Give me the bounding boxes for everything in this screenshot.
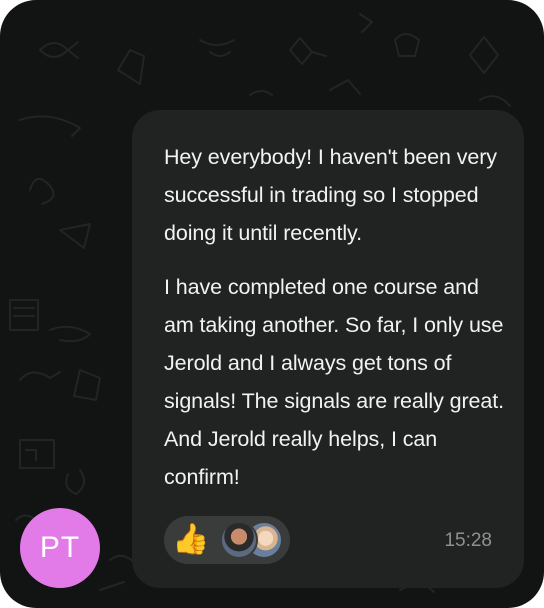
message-bubble[interactable]: Hey everybody! I haven't been very succe… xyxy=(132,110,524,588)
reaction-pill[interactable]: 👍 xyxy=(164,516,290,564)
message-paragraph: Hey everybody! I haven't been very succe… xyxy=(164,145,497,245)
message-paragraph: I have completed one course and am takin… xyxy=(164,275,504,489)
message-text: Hey everybody! I haven't been very succe… xyxy=(164,138,504,512)
sender-initials: PT xyxy=(39,531,81,564)
sender-avatar[interactable]: PT xyxy=(20,508,100,588)
chat-window: Hey everybody! I haven't been very succe… xyxy=(0,0,544,608)
reactor-avatar xyxy=(220,521,258,559)
message-timestamp: 15:28 xyxy=(444,530,492,551)
thumbs-up-emoji: 👍 xyxy=(172,522,210,557)
